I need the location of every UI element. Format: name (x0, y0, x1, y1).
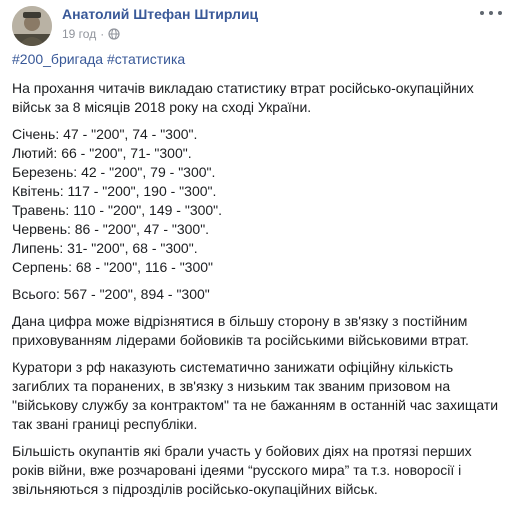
hashtags: #200_бригада #статистика (12, 50, 502, 69)
globe-icon[interactable] (108, 28, 120, 40)
hashtag-link[interactable]: #статистика (107, 51, 185, 67)
body-paragraph: Куратори з рф наказують систематично зан… (12, 359, 499, 432)
body-paragraph: Дана цифра може відрізнятися в більшу ст… (12, 313, 469, 348)
more-options-icon[interactable] (480, 6, 502, 20)
facebook-post: Анатолий Штефан Штирлиц 19 год · #200_бр… (0, 0, 516, 497)
stat-line: Січень: 47 - "200", 74 - "300". (12, 126, 198, 142)
stat-line: Червень: 86 - "200", 47 - "300". (12, 221, 210, 237)
body-paragraph: Більшість окупантів які брали участь у б… (12, 443, 472, 497)
stat-line: Серпень: 68 - "200", 116 - "300" (12, 259, 214, 275)
author-name[interactable]: Анатолий Штефан Штирлиц (62, 6, 258, 22)
avatar-photo (12, 6, 52, 46)
stat-line: Травень: 110 - "200", 149 - "300". (12, 202, 223, 218)
total-line: Всього: 567 - "200", 894 - "300" (12, 286, 210, 302)
post-meta: 19 год · (62, 27, 120, 41)
monthly-stats: Січень: 47 - "200", 74 - "300". Лютий: 6… (12, 125, 502, 277)
post-timestamp[interactable]: 19 год (62, 27, 96, 41)
intro-paragraph: На прохання читачів викладаю статистику … (12, 80, 474, 115)
separator-dot: · (100, 27, 105, 41)
hashtag-link[interactable]: #200_бригада (12, 51, 103, 67)
avatar[interactable] (12, 6, 52, 46)
stat-line: Квітень: 117 - "200", 190 - "300". (12, 183, 217, 199)
stat-line: Лютий: 66 - "200", 71- "300". (12, 145, 192, 161)
post-content: #200_бригада #статистика На прохання чит… (12, 50, 502, 507)
stat-line: Березень: 42 - "200", 79 - "300". (12, 164, 216, 180)
stat-line: Липень: 31- "200", 68 - "300". (12, 240, 198, 256)
